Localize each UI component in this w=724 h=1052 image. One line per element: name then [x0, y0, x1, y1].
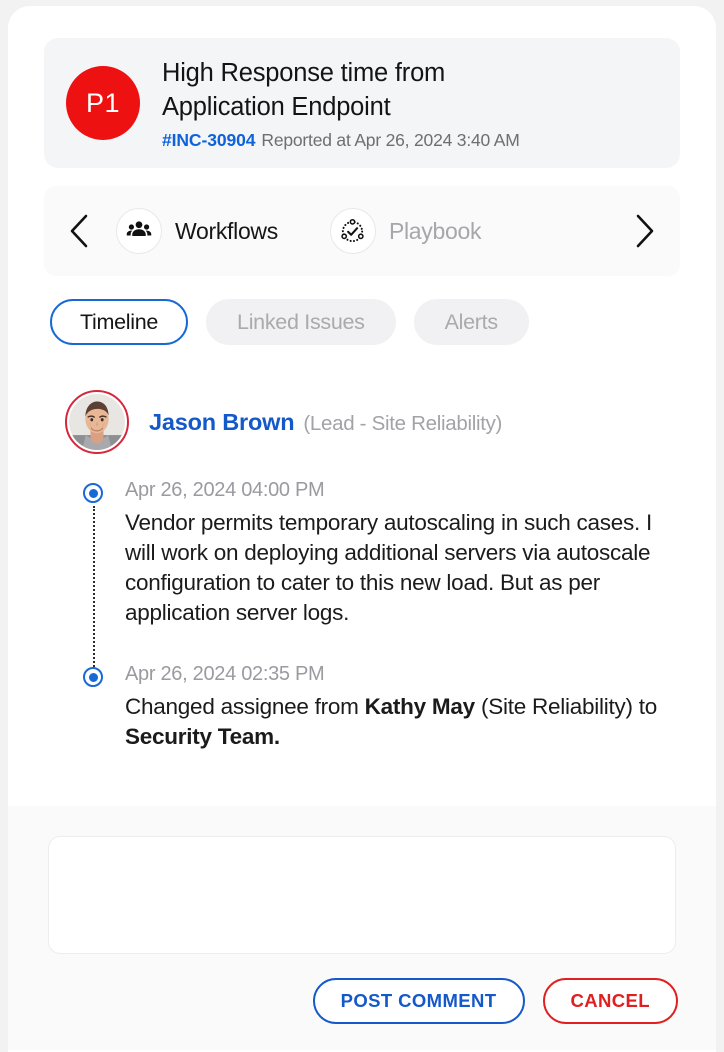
timeline-timestamp: Apr 26, 2024 02:35 PM	[125, 663, 325, 685]
nav-label-playbook: Playbook	[388, 217, 482, 244]
chevron-left-icon[interactable]	[62, 210, 96, 252]
timeline-gap	[65, 628, 675, 660]
avatar[interactable]	[65, 390, 129, 454]
author-name[interactable]: Jason Brown	[149, 409, 295, 435]
tab-alerts[interactable]: Alerts	[413, 299, 529, 345]
timeline-list: Apr 26, 2024 04:00 PM Vendor permits tem…	[65, 476, 675, 752]
avatar-image	[69, 394, 125, 450]
timeline-dot-icon	[83, 483, 103, 503]
footer-actions: POST COMMENT CANCEL	[312, 978, 678, 1024]
timeline-body: Changed assignee from Kathy May (Site Re…	[125, 694, 658, 749]
nav-item-playbook[interactable]: Playbook	[329, 208, 482, 254]
author-info: Jason Brown (Lead - Site Reliability)	[149, 409, 502, 436]
timeline-timestamp: Apr 26, 2024 04:00 PM	[125, 479, 325, 501]
post-comment-button[interactable]: POST COMMENT	[312, 978, 525, 1024]
timeline-entry: Apr 26, 2024 04:00 PM Vendor permits tem…	[65, 476, 675, 686]
incident-id-link[interactable]: #INC-30904	[162, 130, 255, 150]
comment-footer: POST COMMENT CANCEL	[8, 806, 716, 1050]
timeline-entry: Apr 26, 2024 02:35 PM Changed assignee f…	[65, 660, 675, 752]
incident-text-block: High Response time from Application Endp…	[162, 56, 658, 151]
timeline-dot-icon	[83, 667, 103, 687]
cancel-button[interactable]: CANCEL	[542, 978, 678, 1024]
comment-author-row: Jason Brown (Lead - Site Reliability)	[65, 390, 502, 454]
tab-bar: Timeline Linked Issues Alerts	[50, 299, 529, 345]
nav-item-workflows[interactable]: Workflows	[116, 208, 278, 254]
incident-title-line-1: High Response time from	[162, 58, 446, 87]
tab-linked-issues[interactable]: Linked Issues	[206, 299, 396, 345]
incident-title-line-2: Application Endpoint	[162, 92, 391, 121]
incident-header-banner: P1 High Response time from Application E…	[44, 38, 680, 168]
comment-input[interactable]	[48, 836, 676, 954]
chevron-right-icon[interactable]	[628, 210, 662, 252]
timeline-connector	[92, 506, 95, 686]
incident-meta: #INC-30904 Reported at Apr 26, 2024 3:40 …	[162, 129, 658, 151]
author-role: (Lead - Site Reliability)	[303, 411, 503, 435]
nav-label-workflows: Workflows	[175, 217, 278, 244]
dotted-circle-check-icon	[329, 208, 376, 254]
page-title: High Response time from Application Endp…	[162, 56, 658, 124]
tab-timeline[interactable]: Timeline	[50, 299, 189, 345]
timeline-body: Vendor permits temporary autoscaling in …	[125, 510, 653, 625]
priority-badge: P1	[66, 66, 140, 140]
people-group-icon	[116, 208, 162, 254]
incident-reported-time: Reported at Apr 26, 2024 3:40 AM	[261, 129, 520, 150]
workflow-nav-strip: Workflows Playbook	[44, 186, 680, 276]
